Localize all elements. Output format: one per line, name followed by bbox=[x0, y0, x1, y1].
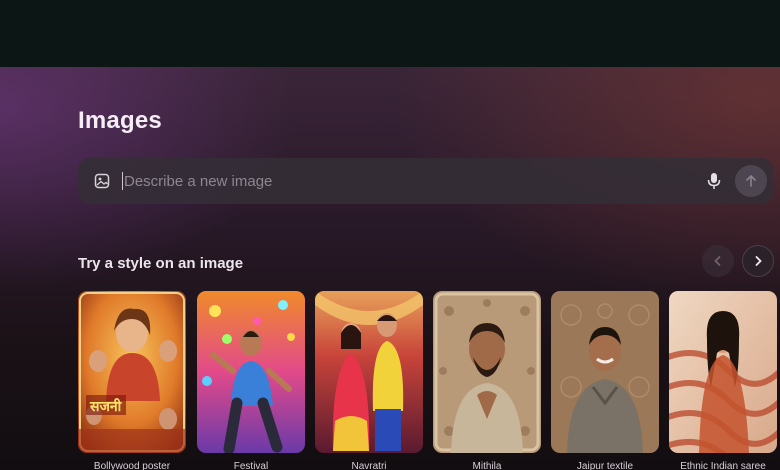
style-card-mithila[interactable] bbox=[433, 291, 541, 453]
image-prompt-box[interactable] bbox=[78, 158, 773, 204]
ethnic-saree-thumbnail bbox=[669, 291, 777, 453]
send-button[interactable] bbox=[735, 165, 767, 197]
poster-title-text: सजनी bbox=[89, 398, 123, 415]
style-card-label: Festival bbox=[233, 461, 269, 470]
prompt-input[interactable] bbox=[124, 168, 684, 194]
style-card-label: Jaipur textile bbox=[576, 461, 634, 470]
arrow-up-icon bbox=[746, 175, 756, 187]
microphone-icon[interactable] bbox=[706, 172, 722, 190]
text-cursor bbox=[122, 172, 123, 190]
style-card-ethnic-indian-saree[interactable] bbox=[669, 291, 777, 453]
mithila-thumbnail bbox=[433, 291, 541, 453]
style-card-festival[interactable] bbox=[197, 291, 305, 453]
top-bar bbox=[0, 0, 780, 67]
jaipur-textile-thumbnail bbox=[551, 291, 659, 453]
style-card-label: Ethnic Indian saree bbox=[680, 461, 766, 470]
carousel-next-button[interactable] bbox=[742, 245, 774, 277]
page-title: Images bbox=[78, 107, 162, 134]
style-card-label: Navratri bbox=[351, 461, 387, 470]
style-card-bollywood-poster[interactable]: सजनी bbox=[78, 291, 186, 453]
navratri-thumbnail bbox=[315, 291, 423, 453]
style-carousel: सजनी Bollywood poster Festival Navratri … bbox=[78, 291, 780, 470]
add-image-icon[interactable] bbox=[94, 173, 110, 189]
chevron-left-icon bbox=[714, 256, 721, 266]
festival-thumbnail bbox=[197, 291, 305, 453]
images-page: Images Try a style on an image bbox=[0, 67, 780, 470]
chevron-right-icon bbox=[755, 256, 762, 266]
bollywood-poster-thumbnail: सजनी bbox=[78, 291, 186, 453]
carousel-prev-button[interactable] bbox=[702, 245, 734, 277]
style-card-label: Mithila bbox=[472, 461, 502, 470]
section-title: Try a style on an image bbox=[78, 255, 244, 272]
style-card-label: Bollywood poster bbox=[93, 461, 171, 470]
style-card-navratri[interactable] bbox=[315, 291, 423, 453]
style-card-jaipur-textile[interactable] bbox=[551, 291, 659, 453]
